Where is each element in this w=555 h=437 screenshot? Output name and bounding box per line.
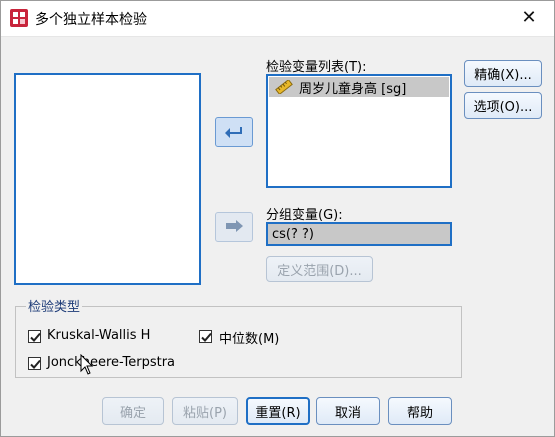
median-label: 中位数(M) [219,332,280,347]
test-variable-item-label: 周岁儿童身高 [sg] [299,82,407,97]
median-checkbox[interactable] [199,330,212,343]
help-button[interactable]: 帮助 [388,397,452,425]
jonckheere-terpstra-label: Jonckheere-Terpstra [47,355,176,370]
test-variable-list-label: 检验变量列表(T): [266,60,367,75]
reset-button[interactable]: 重置(R) [246,397,310,425]
group-variable-value: cs(? ?) [272,227,314,242]
kruskal-wallis-checkbox[interactable] [28,330,41,343]
group-variable-label: 分组变量(G): [266,208,343,223]
checkmark-icon [30,359,41,369]
jonckheere-terpstra-checkbox[interactable] [28,357,41,370]
title-bar: 多个独立样本检验 ✕ [0,0,555,37]
paste-button[interactable]: 粘贴(P) [172,397,238,425]
window-title: 多个独立样本检验 [35,12,147,28]
group-variable-field[interactable]: cs(? ?) [266,222,452,246]
ruler-icon [275,80,293,94]
exact-button[interactable]: 精确(X)... [464,60,542,87]
options-button[interactable]: 选项(O)... [464,92,542,119]
arrow-left-icon [225,127,242,138]
spss-app-icon [10,9,28,27]
checkmark-icon [30,332,41,342]
test-variable-item[interactable]: 周岁儿童身高 [sg] [269,77,449,97]
arrow-right-icon [226,220,243,232]
kruskal-wallis-label: Kruskal-Wallis H [47,328,151,343]
move-to-test-list-button[interactable] [215,117,253,147]
ok-button[interactable]: 确定 [102,397,164,425]
move-to-group-button[interactable] [215,212,253,242]
define-range-button[interactable]: 定义范围(D)... [266,256,373,282]
source-variable-list[interactable] [14,73,201,285]
checkmark-icon [201,332,212,342]
cancel-button[interactable]: 取消 [316,397,380,425]
test-type-legend: 检验类型 [26,296,83,315]
close-icon[interactable]: ✕ [513,4,545,32]
mouse-pointer-icon [80,354,94,375]
